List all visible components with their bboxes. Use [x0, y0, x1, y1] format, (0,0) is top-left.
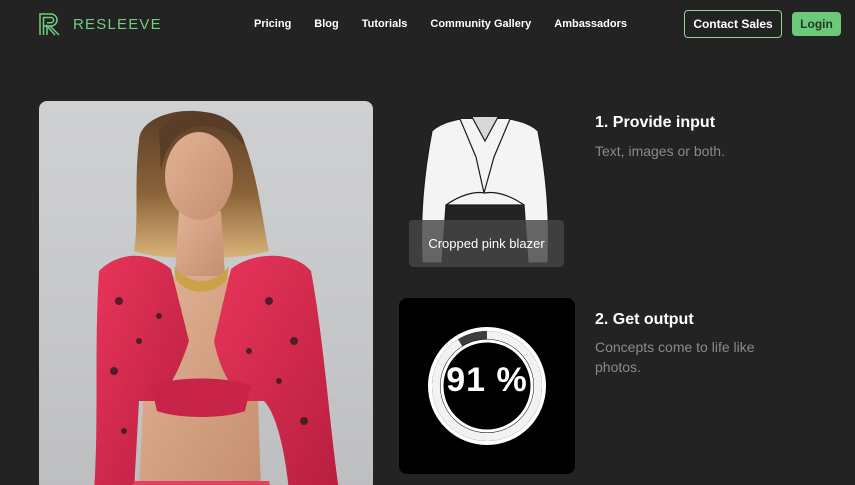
nav-item-pricing[interactable]: Pricing	[254, 18, 291, 30]
resleeve-r-logo-icon	[39, 13, 60, 36]
output-progress-card: 91 %	[399, 298, 575, 474]
progress-percentage: 91 %	[446, 361, 528, 399]
nav-item-blog[interactable]: Blog	[314, 18, 338, 30]
input-prompt-chip: Cropped pink blazer	[409, 220, 564, 267]
step-1-description: Text, images or both.	[595, 143, 725, 159]
contact-sales-button[interactable]: Contact Sales	[684, 10, 782, 38]
nav-item-ambassadors[interactable]: Ambassadors	[554, 18, 627, 30]
main-nav: Pricing Blog Tutorials Community Gallery…	[254, 18, 627, 30]
step-2-title: 2. Get output	[595, 311, 694, 328]
step-2-description: Concepts come to life like photos.	[595, 339, 755, 375]
login-button[interactable]: Login	[792, 12, 841, 36]
step-1-title: 1. Provide input	[595, 114, 716, 131]
brand-logo[interactable]: RESLEEVE	[39, 13, 162, 36]
brand-name: RESLEEVE	[73, 16, 162, 33]
nav-item-tutorials[interactable]: Tutorials	[362, 18, 408, 30]
nav-item-community-gallery[interactable]: Community Gallery	[430, 18, 531, 30]
hero-model-image	[39, 101, 373, 485]
model-illustration	[94, 110, 339, 485]
